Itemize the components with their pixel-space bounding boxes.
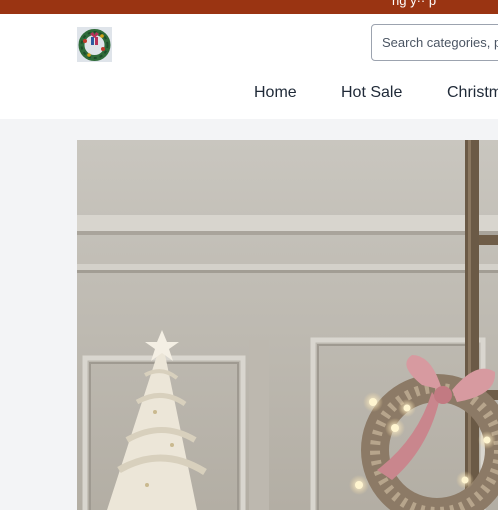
- nav-item-hot-sale[interactable]: Hot Sale: [341, 84, 402, 102]
- hero-image: [77, 140, 498, 510]
- site-header: Home Hot Sale Christm: [0, 14, 498, 119]
- nav-item-christmas[interactable]: Christm: [447, 84, 498, 102]
- search-box[interactable]: [371, 24, 498, 61]
- search-input[interactable]: [372, 25, 498, 60]
- nav-item-home[interactable]: Home: [254, 84, 297, 102]
- hero-banner[interactable]: [77, 140, 498, 510]
- promo-bar: ng y·· p: [0, 0, 498, 14]
- christmas-wreath-icon: [77, 27, 112, 62]
- promo-text: ng y·· p: [392, 0, 437, 8]
- main-nav: Home Hot Sale Christm: [0, 84, 498, 104]
- site-logo[interactable]: [77, 27, 112, 62]
